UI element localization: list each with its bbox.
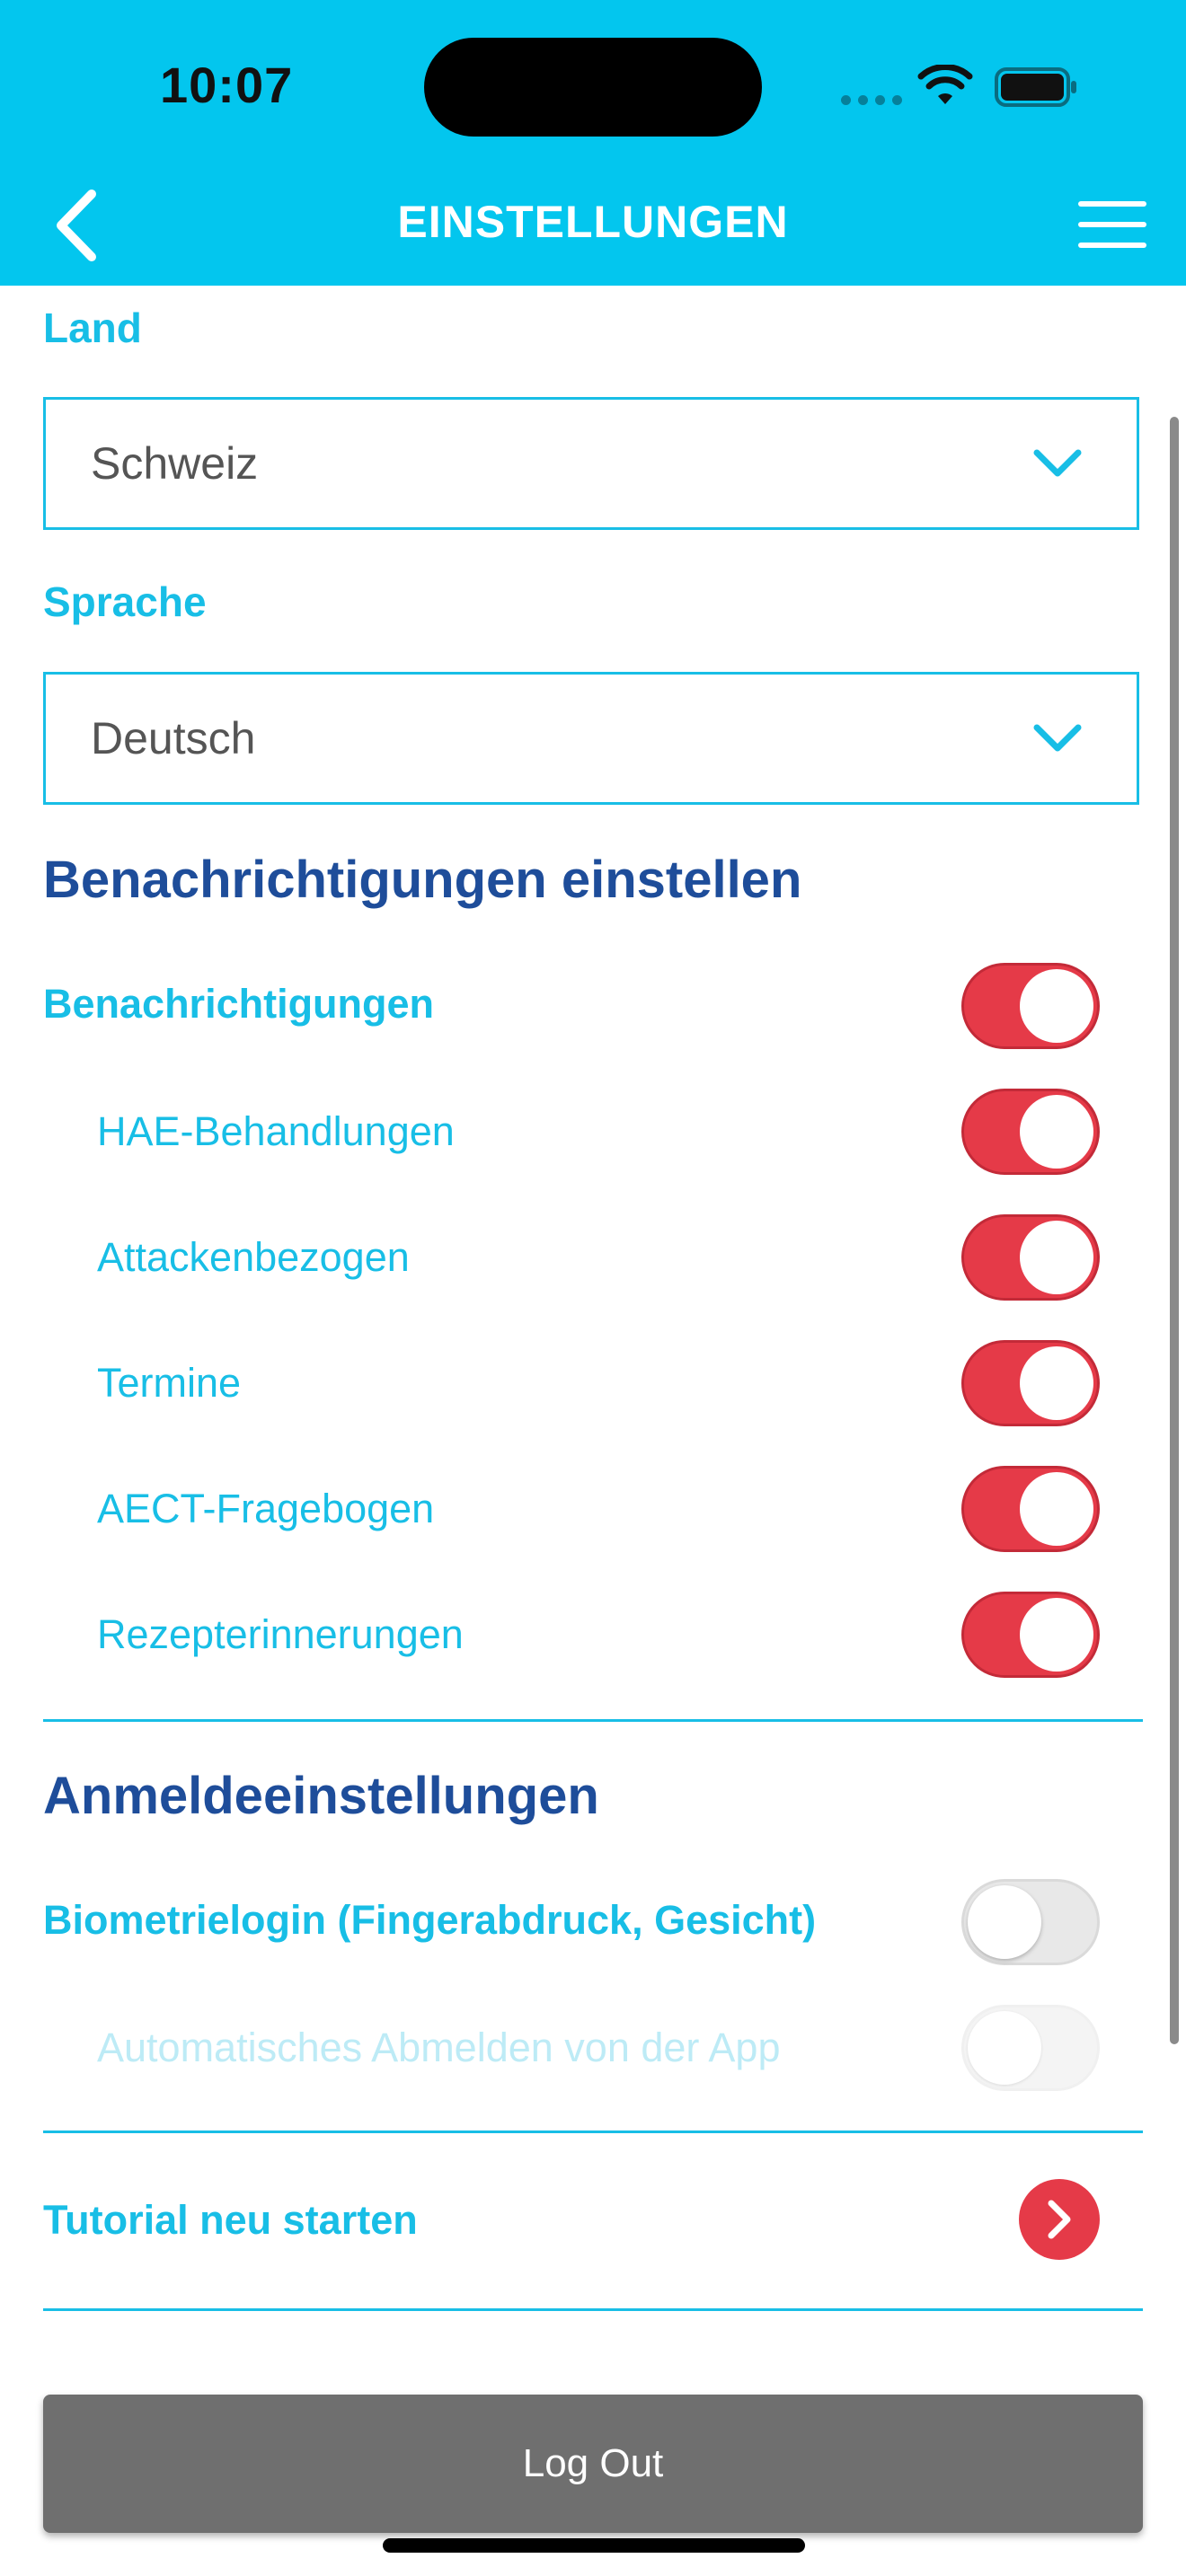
hamburger-menu-icon[interactable]: [1078, 201, 1150, 253]
tutorial-arrow-button[interactable]: [1019, 2179, 1100, 2260]
hae-toggle[interactable]: [961, 1089, 1100, 1175]
notifications-section-title: Benachrichtigungen einstellen: [43, 851, 802, 909]
scrollbar[interactable]: [1170, 417, 1179, 2044]
land-value: Schweiz: [91, 438, 259, 489]
biometric-toggle[interactable]: [961, 1879, 1100, 1965]
divider: [43, 1719, 1143, 1722]
biometric-label: Biometrielogin (Fingerabdruck, Gesicht): [43, 1897, 817, 1943]
tutorial-label[interactable]: Tutorial neu starten: [43, 2197, 418, 2244]
land-label: Land: [43, 304, 142, 351]
page-title: EINSTELLUNGEN: [397, 197, 789, 247]
notifications-label: Benachrichtigungen: [43, 981, 435, 1027]
auto-logout-toggle: [961, 2005, 1100, 2091]
rezept-label: Rezepterinnerungen: [97, 1611, 464, 1657]
hae-label: HAE-Behandlungen: [97, 1108, 455, 1154]
chevron-right-icon: [1048, 2200, 1071, 2239]
chevron-down-icon: [1033, 724, 1082, 752]
termine-toggle[interactable]: [961, 1340, 1100, 1426]
home-indicator: [383, 2538, 805, 2553]
dynamic-island: [424, 38, 762, 137]
sprache-select[interactable]: Deutsch: [43, 672, 1139, 805]
aect-label: AECT-Fragebogen: [97, 1486, 435, 1531]
wifi-icon: [917, 65, 973, 104]
battery-icon: [995, 67, 1076, 107]
divider: [43, 2308, 1143, 2311]
aect-toggle[interactable]: [961, 1466, 1100, 1552]
termine-label: Termine: [97, 1360, 242, 1406]
logout-button[interactable]: Log Out: [43, 2395, 1143, 2533]
sprache-label: Sprache: [43, 578, 207, 625]
app-header: 10:07 EINSTELLUNGEN: [0, 0, 1186, 286]
land-select[interactable]: Schweiz: [43, 397, 1139, 530]
status-time: 10:07: [160, 57, 294, 113]
chevron-down-icon: [1033, 449, 1082, 477]
attacken-label: Attackenbezogen: [97, 1234, 410, 1280]
attacken-toggle[interactable]: [961, 1214, 1100, 1301]
auto-logout-label: Automatisches Abmelden von der App: [97, 2025, 781, 2070]
sprache-value: Deutsch: [91, 713, 256, 763]
login-section-title: Anmeldeeinstellungen: [43, 1767, 599, 1825]
rezept-toggle[interactable]: [961, 1592, 1100, 1678]
divider: [43, 2130, 1143, 2133]
notifications-toggle[interactable]: [961, 963, 1100, 1049]
cellular-signal-icon: [841, 93, 909, 110]
